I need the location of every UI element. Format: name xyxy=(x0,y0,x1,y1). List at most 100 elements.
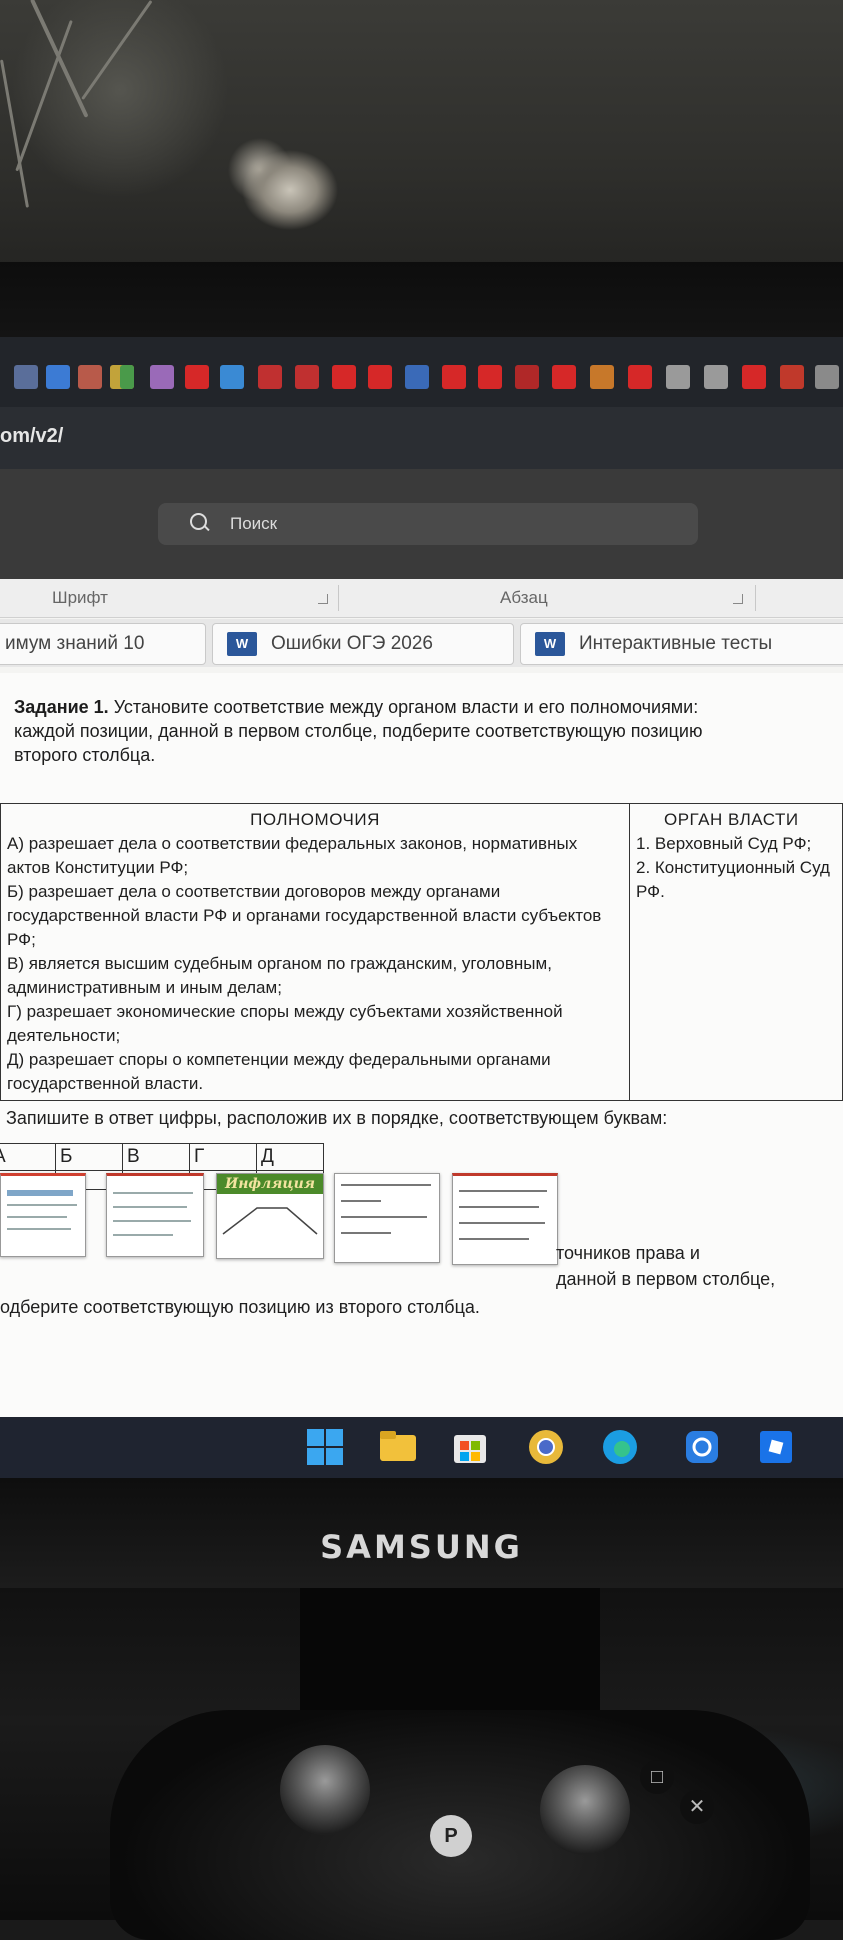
youtube-icon[interactable] xyxy=(478,365,502,389)
tab-favicon-icon[interactable] xyxy=(704,365,728,389)
inflation-thumbnail-title: Инфляция xyxy=(217,1174,323,1194)
youtube-icon[interactable] xyxy=(628,365,652,389)
thumbnail-preview[interactable] xyxy=(452,1173,558,1265)
thumbnail-preview[interactable] xyxy=(334,1173,440,1263)
thumbnail-line xyxy=(7,1190,73,1196)
authority-item-2: 2. Конституционный Суд РФ. xyxy=(636,858,830,901)
task-number: Задание 1. xyxy=(14,697,109,717)
power-item-g: Г) разрешает экономические споры между с… xyxy=(7,1002,563,1045)
right-thumbstick xyxy=(540,1765,630,1855)
tab-favicon-icon[interactable] xyxy=(780,365,804,389)
answer-letter: Г xyxy=(189,1143,257,1171)
partial-text-line: данной в первом столбце, xyxy=(556,1269,776,1289)
document-tab[interactable]: W Ошибки ОГЭ 2026 xyxy=(212,623,514,665)
thumbnail-preview[interactable] xyxy=(0,1173,86,1257)
document-tab-bar: имум знаний 10 W Ошибки ОГЭ 2026 W Интерак… xyxy=(0,619,843,667)
plant-stem xyxy=(0,59,30,208)
windows-start-icon[interactable] xyxy=(305,1427,345,1467)
thumbnail-line xyxy=(341,1232,391,1234)
youtube-icon[interactable] xyxy=(442,365,466,389)
youtube-icon[interactable] xyxy=(742,365,766,389)
thumbnail-preview[interactable]: Инфляция xyxy=(216,1173,324,1259)
tab-favicon-icon[interactable] xyxy=(150,365,174,389)
monitor-screen: om/v2/ Поиск Шрифт Абзац имум знаний 10 … xyxy=(0,337,843,1478)
roblox-icon[interactable] xyxy=(756,1427,796,1467)
task-line-1: Установите соответствие между органом вл… xyxy=(108,697,699,717)
thumbnail-line xyxy=(459,1222,545,1224)
tab-favicon-icon[interactable] xyxy=(295,365,319,389)
youtube-icon[interactable] xyxy=(552,365,576,389)
drive-icon[interactable] xyxy=(120,365,134,389)
square-button-icon: □ xyxy=(640,1760,674,1794)
ribbon-group-labels: Шрифт Абзац xyxy=(0,579,843,618)
answer-letter: Б xyxy=(55,1143,123,1171)
answer-letter: Д xyxy=(256,1143,324,1171)
partial-text-line: точников права и xyxy=(556,1243,700,1263)
tab-favicon-icon[interactable] xyxy=(46,365,70,389)
address-bar[interactable]: om/v2/ xyxy=(0,407,843,469)
powers-header: ПОЛНОМОЧИЯ xyxy=(250,810,380,829)
thumbnail-line xyxy=(459,1206,539,1208)
thumbnail-preview[interactable] xyxy=(106,1173,204,1257)
search-box[interactable]: Поиск xyxy=(158,503,698,545)
file-explorer-icon[interactable] xyxy=(378,1427,418,1467)
microsoft-store-icon[interactable] xyxy=(450,1427,490,1467)
thumbnail-line xyxy=(459,1238,529,1240)
tab-favicon-icon[interactable] xyxy=(220,365,244,389)
document-page: Задание 1. Установите соответствие между… xyxy=(0,673,843,1478)
task-text: Задание 1. Установите соответствие между… xyxy=(14,695,843,767)
ribbon-group-font-label: Шрифт xyxy=(52,588,108,607)
tab-favicon-icon[interactable] xyxy=(515,365,539,389)
thumbnail-line xyxy=(341,1200,381,1202)
power-item-a: А) разрешает дела о соответствии федерал… xyxy=(7,834,578,877)
thumbnail-line xyxy=(113,1192,193,1194)
edge-icon[interactable] xyxy=(600,1427,640,1467)
tab-favicon-icon[interactable] xyxy=(405,365,429,389)
chrome-icon[interactable] xyxy=(526,1427,566,1467)
power-item-d: Д) разрешает споры о компетенции между ф… xyxy=(7,1050,551,1093)
document-tab-label: Интерактивные тесты xyxy=(579,633,773,654)
ps-button-icon: P xyxy=(430,1815,472,1857)
search-placeholder: Поиск xyxy=(230,514,278,533)
document-tab-label: имум знаний 10 xyxy=(5,633,145,654)
youtube-icon[interactable] xyxy=(332,365,356,389)
document-tab[interactable]: W Интерактивные тесты xyxy=(520,623,843,665)
youtube-icon[interactable] xyxy=(368,365,392,389)
ribbon-group-paragraph-label: Абзац xyxy=(500,588,548,607)
tab-favicon-icon[interactable] xyxy=(258,365,282,389)
thumbnail-line xyxy=(7,1204,77,1206)
ribbon-separator xyxy=(338,585,339,611)
photos-icon[interactable] xyxy=(682,1427,722,1467)
thumbnail-line xyxy=(459,1190,547,1192)
browser-tab-strip xyxy=(0,337,843,407)
tab-favicon-icon[interactable] xyxy=(14,365,38,389)
dialog-launcher-icon[interactable] xyxy=(733,594,743,604)
thumbnail-line xyxy=(7,1216,67,1218)
background-wall xyxy=(0,0,843,275)
document-tab[interactable]: имум знаний 10 xyxy=(0,623,206,665)
tab-favicon-icon[interactable] xyxy=(78,365,102,389)
address-text[interactable]: om/v2/ xyxy=(0,425,63,448)
powers-column: ПОЛНОМОЧИЯ А) разрешает дела о соответст… xyxy=(0,803,630,1101)
task-line-3: второго столбца. xyxy=(14,745,156,765)
monitor-stand xyxy=(300,1588,600,1718)
monitor-brand-logo: SAMSUNG xyxy=(320,1528,523,1566)
document-tab-label: Ошибки ОГЭ 2026 xyxy=(271,633,433,654)
youtube-icon[interactable] xyxy=(185,365,209,389)
windows-taskbar xyxy=(0,1417,843,1478)
plant-stem xyxy=(81,0,153,101)
tab-favicon-icon[interactable] xyxy=(666,365,690,389)
word-document-icon: W xyxy=(535,631,565,656)
dialog-launcher-icon[interactable] xyxy=(318,594,328,604)
cross-button-icon: ✕ xyxy=(680,1790,714,1824)
tab-favicon-icon[interactable] xyxy=(590,365,614,389)
task-line-2: каждой позиции, данной в первом столбце,… xyxy=(14,721,703,741)
answer-instruction: Запишите в ответ цифры, расположив их в … xyxy=(6,1108,668,1128)
matching-table: ПОЛНОМОЧИЯ А) разрешает дела о соответст… xyxy=(0,803,843,1101)
app-title-bar: Поиск xyxy=(0,469,843,579)
thumbnail-line xyxy=(341,1216,427,1218)
monitor-bezel-top xyxy=(0,262,843,337)
search-icon xyxy=(190,513,207,530)
tab-favicon-icon[interactable] xyxy=(815,365,839,389)
thumbnail-chart-graphic xyxy=(222,1207,318,1235)
